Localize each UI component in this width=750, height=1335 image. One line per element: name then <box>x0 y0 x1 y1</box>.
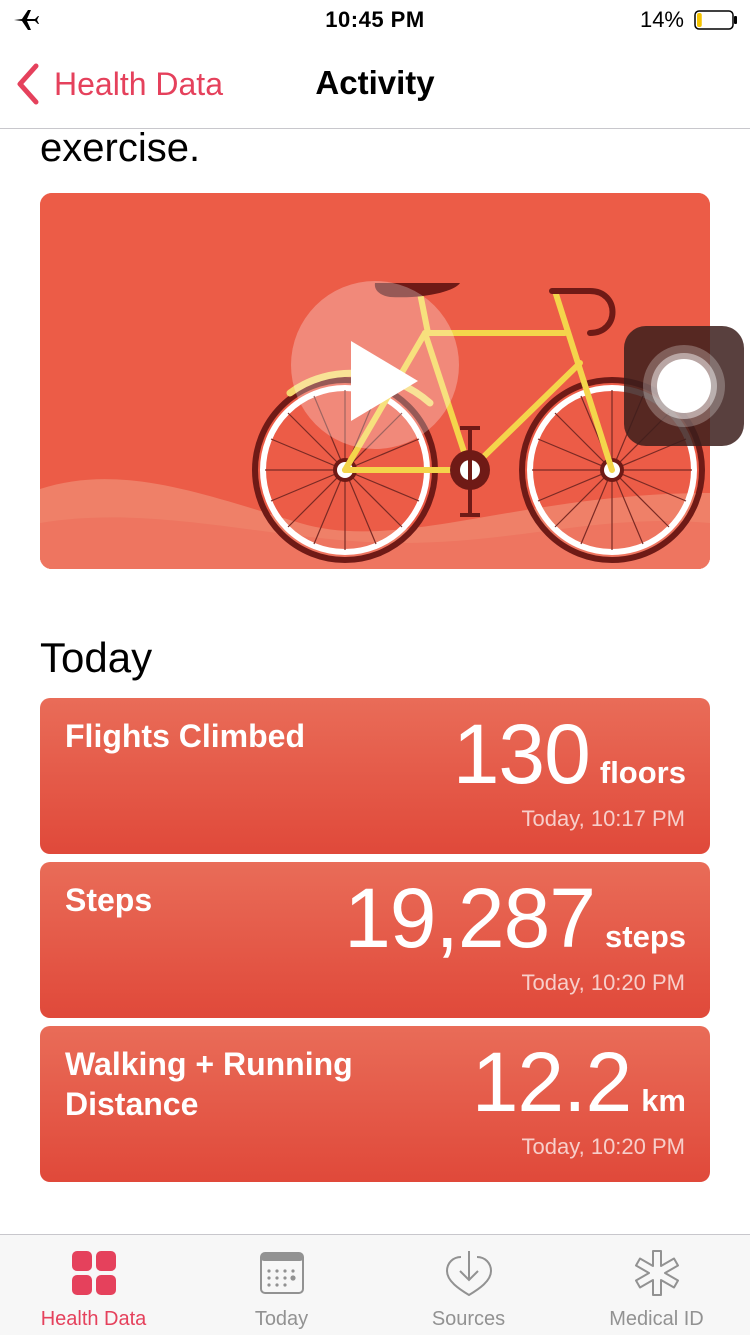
tab-bar: Health Data Today Sources Medical ID <box>0 1234 750 1335</box>
asterisk-icon <box>635 1250 679 1296</box>
metric-title: Walking + Running Distance <box>65 1046 353 1122</box>
section-title-today: Today <box>40 634 153 681</box>
tab-label: Sources <box>431 1308 506 1330</box>
battery-percent: 14% <box>639 7 684 32</box>
metric-card-walking-running-distance[interactable]: Walking + Running Distance 12.2 km Today… <box>40 1026 710 1182</box>
status-time: 10:45 PM <box>325 7 425 32</box>
activity-video-card[interactable] <box>40 193 710 569</box>
tab-medical-id[interactable]: Medical ID <box>563 1235 750 1335</box>
scroll-content[interactable]: exercise. Today Flights Climbed 130 floo… <box>0 128 750 1234</box>
tab-label: Health Data <box>40 1308 147 1330</box>
tab-label: Medical ID <box>609 1308 704 1330</box>
metric-timestamp: Today, 10:17 PM <box>521 806 685 831</box>
metric-unit: steps <box>605 919 686 954</box>
page-title: Activity <box>315 64 435 101</box>
metric-value: 19,287 <box>344 871 596 965</box>
metric-card-steps[interactable]: Steps 19,287 steps Today, 10:20 PM <box>40 862 710 1018</box>
metric-timestamp: Today, 10:20 PM <box>521 1134 685 1159</box>
tab-health-data[interactable]: Health Data <box>0 1235 187 1335</box>
metric-title: Steps <box>65 882 153 918</box>
metric-value: 130 <box>452 707 591 801</box>
tab-label: Today <box>254 1308 309 1330</box>
navigation-bar: Health Data Activity <box>0 40 750 129</box>
metric-card-flights-climbed[interactable]: Flights Climbed 130 floors Today, 10:17 … <box>40 698 710 854</box>
grid-icon <box>72 1251 116 1295</box>
calendar-icon <box>260 1252 304 1294</box>
play-icon[interactable] <box>291 281 459 449</box>
bicycle-illustration <box>40 193 710 569</box>
metric-title: Flights Climbed <box>65 718 305 754</box>
tab-today[interactable]: Today <box>188 1235 375 1335</box>
tab-sources[interactable]: Sources <box>375 1235 562 1335</box>
status-bar: 10:45 PM 14% <box>0 0 750 40</box>
heart-download-icon <box>445 1251 493 1297</box>
metric-unit: floors <box>599 755 686 790</box>
metric-value: 12.2 <box>471 1035 632 1129</box>
assistive-touch-button[interactable] <box>624 326 744 446</box>
battery-icon <box>694 10 737 30</box>
metric-timestamp: Today, 10:20 PM <box>521 970 685 995</box>
intro-text: exercise. <box>40 128 201 170</box>
metric-unit: km <box>641 1083 686 1118</box>
